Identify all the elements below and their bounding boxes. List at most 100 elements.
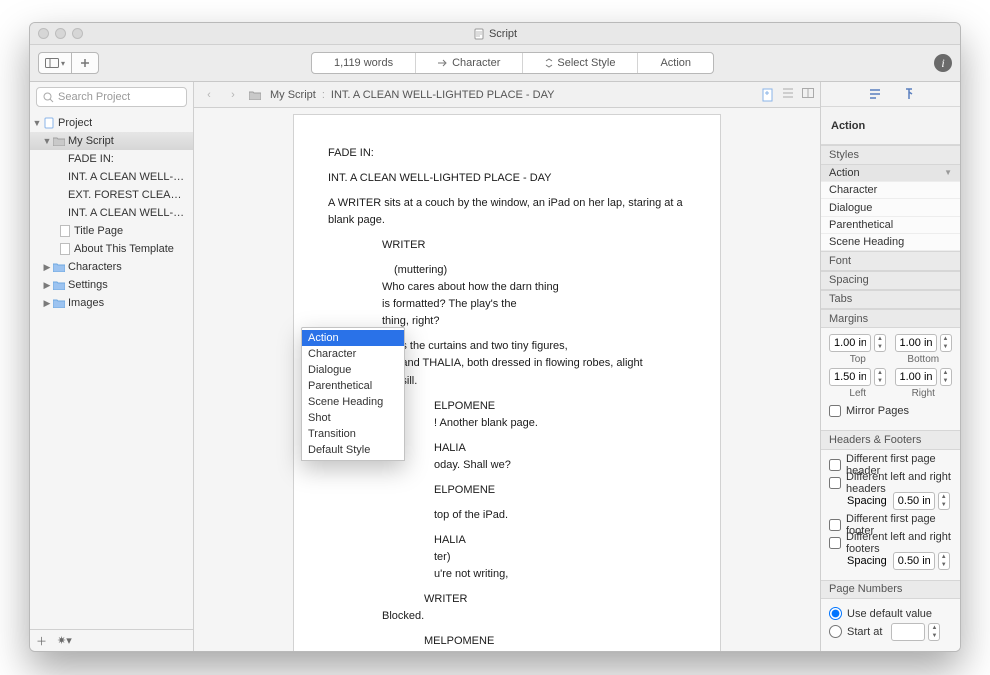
breadcrumb[interactable]: My Script : INT. A CLEAN WELL-LIGHTED PL… <box>248 89 756 101</box>
folder-icon <box>248 89 262 101</box>
header-spacing-input[interactable] <box>893 492 935 510</box>
stepper[interactable]: ▲▼ <box>938 552 950 570</box>
style-menu-item[interactable]: Character <box>302 346 404 362</box>
tree-item[interactable]: INT. A CLEAN WELL-LIGHT... <box>30 168 193 186</box>
next-style-button[interactable]: Character <box>416 53 523 73</box>
zoom-icon[interactable] <box>72 28 83 39</box>
style-menu-item[interactable]: Action <box>302 330 404 346</box>
pn-start-at-radio[interactable]: Start at ▲▼ <box>829 623 952 641</box>
tree-item[interactable]: Title Page <box>30 222 193 240</box>
tree-root[interactable]: ▼ Project <box>30 114 193 132</box>
section-header-spacing[interactable]: Spacing <box>821 271 960 290</box>
tree-item[interactable]: FADE IN: <box>30 150 193 168</box>
section-header-margins[interactable]: Margins <box>821 309 960 328</box>
tree-folder[interactable]: ▶ Images <box>30 294 193 312</box>
stepper[interactable]: ▲▼ <box>874 368 886 386</box>
margin-top-input[interactable] <box>829 334 871 352</box>
section-header-styles[interactable]: Styles <box>821 145 960 164</box>
disclosure-triangle-icon[interactable]: ▶ <box>42 280 52 291</box>
style-list-item[interactable]: Action▼ <box>821 165 960 182</box>
tree-item[interactable]: EXT. FOREST CLEARING - DAY <box>30 186 193 204</box>
dialogue: So sad. <box>382 650 622 651</box>
style-popup: Action Character Dialogue Parenthetical … <box>301 327 405 461</box>
character-cue: WRITER <box>382 237 686 254</box>
inspector-tab-text[interactable] <box>904 87 914 101</box>
section-header-tabs[interactable]: Tabs <box>821 290 960 309</box>
style-menu-item[interactable]: Parenthetical <box>302 378 404 394</box>
pn-default-radio[interactable]: Use default value <box>829 605 952 623</box>
dialogue: thing, right? <box>382 313 622 330</box>
project-icon <box>42 117 56 129</box>
section-header-page-numbers[interactable]: Page Numbers <box>821 580 960 599</box>
margin-bottom-input[interactable] <box>895 334 937 352</box>
style-list-item[interactable]: Character <box>821 182 960 199</box>
disclosure-triangle-icon[interactable]: ▶ <box>42 262 52 273</box>
parenthetical: (muttering) <box>394 262 686 279</box>
select-style-button[interactable]: Select Style <box>523 53 638 73</box>
view-mode-button[interactable]: ▾ <box>38 52 72 74</box>
close-icon[interactable] <box>38 28 49 39</box>
inspector-title: Action <box>821 107 960 145</box>
style-menu-item[interactable]: Transition <box>302 426 404 442</box>
titlebar: Script <box>30 23 960 45</box>
new-doc-icon[interactable] <box>762 88 774 102</box>
search-input[interactable]: Search Project <box>36 87 187 107</box>
stepper[interactable]: ▲▼ <box>874 334 886 352</box>
mirror-pages-checkbox[interactable]: Mirror Pages <box>829 402 952 420</box>
margin-left-input[interactable] <box>829 368 871 386</box>
style-menu-item[interactable]: Shot <box>302 410 404 426</box>
page-numbers-panel: Use default value Start at ▲▼ <box>821 599 960 651</box>
tree-item[interactable]: INT. A CLEAN WELL-LIGHT... <box>30 204 193 222</box>
document-icon <box>473 28 485 40</box>
style-list-item[interactable]: Parenthetical <box>821 217 960 234</box>
stepper[interactable]: ▲▼ <box>928 623 940 641</box>
dialogue: top of the iPad. <box>434 507 674 524</box>
script-line: FADE IN: <box>328 145 686 162</box>
style-menu-item[interactable]: Scene Heading <box>302 394 404 410</box>
outline-icon[interactable] <box>782 88 794 102</box>
style-list-item[interactable]: Scene Heading <box>821 234 960 251</box>
minimize-icon[interactable] <box>55 28 66 39</box>
style-menu-item[interactable]: Default Style <box>302 442 404 458</box>
disclosure-triangle-icon[interactable]: ▼ <box>32 118 42 128</box>
add-item-button[interactable]: ＋ <box>36 633 47 649</box>
toolbar-segment: 1,119 words Character Select Style Actio… <box>311 52 714 74</box>
pn-start-at-input[interactable] <box>891 623 925 641</box>
editor: ‹ › My Script : INT. A CLEAN WELL-LIGHTE… <box>194 82 820 651</box>
footer-spacing-input[interactable] <box>893 552 935 570</box>
sidebar-footer: ＋ ✷▾ <box>30 629 193 651</box>
tree-folder-myscript[interactable]: ▼ My Script <box>30 132 193 150</box>
headers-footers-panel: Different first page header Different le… <box>821 450 960 580</box>
disclosure-triangle-icon[interactable]: ▼ <box>42 136 52 146</box>
script-line: A WRITER sits at a couch by the window, … <box>328 195 686 229</box>
app-window: Script ▾ 1,119 words Character Select St… <box>29 22 961 652</box>
current-style-button[interactable]: Action <box>638 53 713 73</box>
binder-sidebar: Search Project ▼ Project ▼ My Script FAD… <box>30 82 194 651</box>
section-header-hf[interactable]: Headers & Footers <box>821 430 960 449</box>
diff-lr-headers-checkbox[interactable]: Different left and right headers <box>829 474 952 492</box>
toolbar: ▾ 1,119 words Character Select Style Act… <box>30 45 960 82</box>
inspector-tab-format[interactable] <box>868 87 882 101</box>
stepper[interactable]: ▲▼ <box>940 368 952 386</box>
folder-icon <box>52 135 66 147</box>
stepper[interactable]: ▲▼ <box>938 492 950 510</box>
diff-lr-footers-checkbox[interactable]: Different left and right footers <box>829 534 952 552</box>
gear-menu-button[interactable]: ✷▾ <box>57 634 72 647</box>
add-button[interactable] <box>71 52 99 74</box>
style-menu-item[interactable]: Dialogue <box>302 362 404 378</box>
nav-back-button[interactable]: ‹ <box>200 86 218 104</box>
inspector-toggle-button[interactable]: i <box>934 54 952 72</box>
character-cue: HALIA <box>434 532 686 549</box>
split-icon[interactable] <box>802 88 814 102</box>
disclosure-triangle-icon[interactable]: ▶ <box>42 298 52 309</box>
style-list-item[interactable]: Dialogue <box>821 199 960 216</box>
inspector-tabs <box>821 82 960 107</box>
page-area[interactable]: FADE IN: INT. A CLEAN WELL-LIGHTED PLACE… <box>194 108 820 651</box>
tree-folder[interactable]: ▶ Settings <box>30 276 193 294</box>
nav-forward-button[interactable]: › <box>224 86 242 104</box>
stepper[interactable]: ▲▼ <box>940 334 952 352</box>
tree-folder[interactable]: ▶ Characters <box>30 258 193 276</box>
section-header-font[interactable]: Font <box>821 251 960 270</box>
tree-item[interactable]: About This Template <box>30 240 193 258</box>
margin-right-input[interactable] <box>895 368 937 386</box>
